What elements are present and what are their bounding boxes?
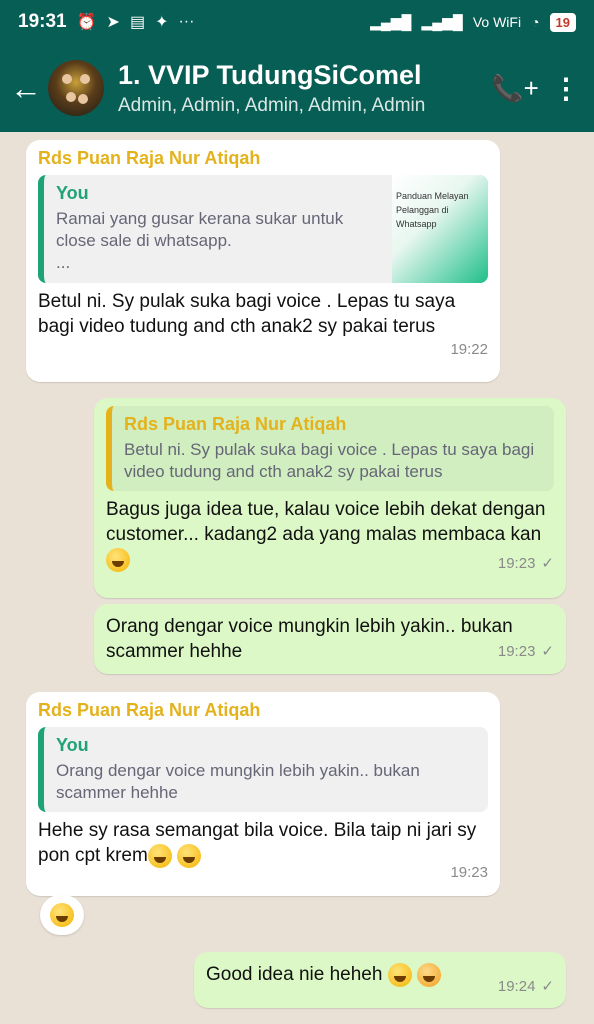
quoted-author: Rds Puan Raja Nur Atiqah (124, 414, 347, 434)
quoted-author: You (56, 735, 89, 755)
message-incoming[interactable]: Rds Puan Raja Nur Atiqah You Orang denga… (26, 692, 500, 896)
wifi-icon: ◔ (531, 14, 540, 30)
message-time: 19:23 (497, 555, 536, 572)
laughing-emoji-icon (177, 843, 202, 868)
vowifi-label: Vo WiFi (472, 14, 522, 30)
sent-check-icon: ✓ (541, 555, 554, 572)
status-bar: 19:31 ⏰ ➤ ▤ ✦ ··· ▂▄▆█ ▂▄▆█ Vo WiFi ◔ 19 (0, 0, 594, 44)
message-sender: Rds Puan Raja Nur Atiqah (38, 700, 261, 720)
more-notifications-icon: ··· (178, 13, 195, 30)
group-avatar[interactable] (48, 60, 104, 116)
laughing-emoji-icon (106, 547, 130, 572)
laughing-emoji-icon (147, 843, 172, 868)
quoted-author: You (56, 183, 89, 203)
more-options-icon[interactable]: ⋮ (546, 72, 586, 105)
message-time: 19:24 (497, 978, 536, 995)
battery-icon: 19 (549, 12, 576, 32)
news-icon: ▤ (129, 14, 146, 31)
notification-icons: ⏰ ➤ ▤ ✦ ··· (77, 12, 195, 32)
message-outgoing[interactable]: Good idea nie heheh 19:24 ✓ (194, 952, 566, 1008)
hugging-emoji-icon (417, 962, 441, 987)
quoted-more: ... (56, 253, 71, 272)
message-sender: Rds Puan Raja Nur Atiqah (38, 148, 261, 168)
signal-icon: ▂▄▆█ (370, 13, 412, 30)
grinning-emoji-icon (387, 962, 412, 987)
status-time: 19:31 (18, 11, 67, 32)
message-outgoing[interactable]: Orang dengar voice mungkin lebih yakin..… (94, 604, 566, 674)
quoted-text: Ramai yang gusar kerana sukar untuk clos… (56, 209, 344, 250)
quoted-image-thumbnail: Panduan Melayan Pelanggan di Whatsapp (392, 175, 488, 283)
quoted-message[interactable]: You Orang dengar voice mungkin lebih yak… (38, 727, 488, 812)
quoted-message[interactable]: You Ramai yang gusar kerana sukar untuk … (38, 175, 488, 283)
group-info[interactable]: 1. VVIP TudungSiComel Admin, Admin, Admi… (118, 60, 490, 117)
signal-icon-2: ▂▄▆█ (421, 13, 463, 30)
add-call-icon[interactable]: 📞+ (490, 73, 540, 104)
group-participants: Admin, Admin, Admin, Admin, Admin (118, 94, 426, 116)
message-list[interactable]: Rds Puan Raja Nur Atiqah You Ramai yang … (0, 132, 594, 1024)
chat-header: ← 1. VVIP TudungSiComel Admin, Admin, Ad… (0, 44, 594, 132)
message-incoming[interactable]: Rds Puan Raja Nur Atiqah You Ramai yang … (26, 140, 500, 382)
alarm-icon: ⏰ (76, 14, 97, 31)
sent-check-icon: ✓ (541, 978, 554, 995)
twitter-icon: ✦ (155, 14, 169, 31)
laughing-emoji-icon (50, 903, 74, 927)
telegram-icon: ➤ (106, 14, 120, 31)
message-text: Betul ni. Sy pulak suka bagi voice . Lep… (38, 291, 456, 337)
message-time: 19:22 (450, 341, 488, 358)
message-reaction[interactable] (40, 895, 84, 935)
group-title: 1. VVIP TudungSiComel (118, 59, 422, 90)
message-time: 19:23 (497, 643, 536, 660)
quoted-message[interactable]: Rds Puan Raja Nur Atiqah Betul ni. Sy pu… (106, 406, 554, 491)
back-arrow-icon[interactable]: ← (4, 70, 48, 107)
quoted-text: Orang dengar voice mungkin lebih yakin..… (56, 761, 420, 802)
sent-check-icon: ✓ (541, 643, 554, 660)
message-outgoing[interactable]: Rds Puan Raja Nur Atiqah Betul ni. Sy pu… (94, 398, 566, 598)
quoted-text: Betul ni. Sy pulak suka bagi voice . Lep… (124, 440, 535, 481)
message-text: Hehe sy rasa semangat bila voice. Bila t… (38, 820, 477, 868)
